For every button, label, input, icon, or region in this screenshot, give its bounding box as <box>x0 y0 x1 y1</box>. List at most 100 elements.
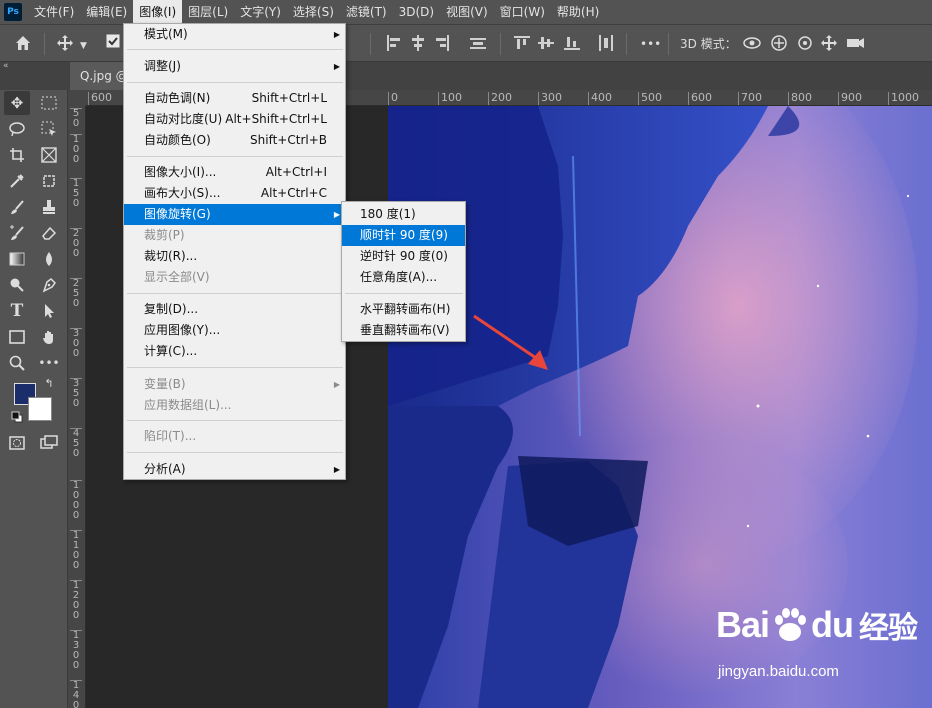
3d-mode-label: 3D 模式： <box>680 37 737 51</box>
menu-item-duplicate[interactable]: 复制(D)... <box>124 299 345 320</box>
ruler-label: 900 <box>838 92 862 105</box>
align-middle-v-icon[interactable] <box>538 35 554 51</box>
align-right-icon[interactable] <box>434 35 450 51</box>
3d-orbit-icon[interactable] <box>742 34 762 57</box>
ruler-label: 1 1 0 0 <box>70 530 82 571</box>
distribute-icon[interactable] <box>598 35 614 51</box>
menu-edit[interactable]: 编辑(E) <box>80 0 133 24</box>
menu-item-auto-tone[interactable]: 自动色调(N) Shift+Ctrl+L <box>124 88 345 109</box>
menu-item-mode[interactable]: 模式(M) ▶ <box>124 24 345 45</box>
ruler-label: 1 0 0 <box>70 134 82 165</box>
menu-layer[interactable]: 图层(L) <box>182 0 234 24</box>
quick-mask-icon[interactable] <box>4 431 30 455</box>
menu-view[interactable]: 视图(V) <box>440 0 494 24</box>
patch-tool-icon[interactable] <box>36 169 62 193</box>
background-color-swatch[interactable] <box>28 397 52 421</box>
menu-item-auto-color[interactable]: 自动颜色(O) Shift+Ctrl+B <box>124 130 345 151</box>
align-left-icon[interactable] <box>386 35 402 51</box>
rectangle-tool-icon[interactable] <box>4 325 30 349</box>
menu-item-flip-horizontal[interactable]: 水平翻转画布(H) <box>342 299 465 320</box>
ruler-corner <box>68 90 86 106</box>
menu-item-flip-vertical[interactable]: 垂直翻转画布(V) <box>342 320 465 341</box>
menu-item-crop: 裁剪(P) <box>124 225 345 246</box>
chevron-down-icon[interactable]: ▼ <box>80 37 87 55</box>
menu-item-label: 复制(D)... <box>144 302 199 316</box>
eraser-tool-icon[interactable] <box>36 221 62 245</box>
path-selection-icon[interactable] <box>36 299 62 323</box>
gradient-tool-icon[interactable] <box>4 247 30 271</box>
clone-stamp-icon[interactable] <box>36 195 62 219</box>
more-options-button[interactable]: ••• <box>640 35 661 53</box>
menu-item-analysis[interactable]: 分析(A) ▶ <box>124 459 345 480</box>
menu-item-shortcut: Alt+Shift+Ctrl+L <box>225 112 327 126</box>
ruler-label: 300 <box>538 92 562 105</box>
menu-item-shortcut: Shift+Ctrl+L <box>251 91 327 105</box>
menu-filter[interactable]: 滤镜(T) <box>340 0 393 24</box>
menu-item-adjust[interactable]: 调整(J) ▶ <box>124 56 345 77</box>
3d-slide-icon[interactable] <box>820 34 838 57</box>
dodge-tool-icon[interactable] <box>4 273 30 297</box>
document-tab[interactable]: Q.jpg @ <box>70 62 130 90</box>
menu-item-arbitrary[interactable]: 任意角度(A)... <box>342 267 465 288</box>
align-bottom-edge-icon[interactable] <box>564 35 580 51</box>
watermark-brand-2: du <box>811 604 854 645</box>
menu-select[interactable]: 选择(S) <box>287 0 340 24</box>
hand-tool-icon[interactable] <box>36 325 62 349</box>
frame-tool-icon[interactable] <box>36 143 62 167</box>
align-top-icon[interactable] <box>470 35 486 51</box>
menu-item-rotate-90-ccw[interactable]: 逆时针 90 度(0) <box>342 246 465 267</box>
ruler-label: 1 5 0 <box>70 178 82 209</box>
type-tool-icon[interactable]: T <box>4 299 30 323</box>
zoom-tool-icon[interactable] <box>4 351 30 375</box>
align-top-edge-icon[interactable] <box>514 35 530 51</box>
home-icon[interactable] <box>14 34 32 57</box>
rectangular-marquee-icon[interactable] <box>36 91 62 115</box>
collapse-panel-icon[interactable]: « <box>0 62 68 72</box>
watermark-product: 经验 <box>859 612 918 645</box>
menu-item-label: 水平翻转画布(H) <box>360 302 451 316</box>
blur-tool-icon[interactable] <box>36 247 62 271</box>
menu-item-label: 任意角度(A)... <box>360 270 438 284</box>
move-tool-icon[interactable]: ✥ <box>4 91 30 115</box>
menu-item-trim[interactable]: 裁切(R)... <box>124 246 345 267</box>
eyedropper-icon[interactable] <box>4 169 30 193</box>
ruler-label: 100 <box>438 92 462 105</box>
default-colors-icon[interactable] <box>10 410 24 424</box>
lasso-tool-icon[interactable] <box>4 117 30 141</box>
menu-window[interactable]: 窗口(W) <box>494 0 551 24</box>
menu-file[interactable]: 文件(F) <box>28 0 80 24</box>
menu-item-canvas-size[interactable]: 画布大小(S)... Alt+Ctrl+C <box>124 183 345 204</box>
menu-image[interactable]: 图像(I) <box>133 0 183 24</box>
menu-item-rotate-180[interactable]: 180 度(1) <box>342 204 465 225</box>
crop-tool-icon[interactable] <box>4 143 30 167</box>
submenu-arrow-icon: ▶ <box>333 210 340 219</box>
screen-mode-icon[interactable] <box>36 431 62 455</box>
menu-help[interactable]: 帮助(H) <box>551 0 605 24</box>
menu-item-rotate-90-cw[interactable]: 顺时针 90 度(9) <box>342 225 465 246</box>
annotation-arrow-icon <box>473 314 548 370</box>
3d-camera-icon[interactable] <box>846 34 866 57</box>
3d-roll-icon[interactable] <box>770 34 788 57</box>
history-brush-icon[interactable] <box>4 221 30 245</box>
menu-item-calculations[interactable]: 计算(C)... <box>124 341 345 362</box>
align-center-h-icon[interactable] <box>410 35 426 51</box>
menu-item-image-size[interactable]: 图像大小(I)... Alt+Ctrl+I <box>124 162 345 183</box>
watermark-url: jingyan.baidu.com <box>718 663 839 680</box>
brush-tool-icon[interactable] <box>4 195 30 219</box>
menu-3d[interactable]: 3D(D) <box>393 0 440 24</box>
more-tools-icon[interactable]: ••• <box>36 351 62 375</box>
swap-colors-icon[interactable]: ↰ <box>42 376 56 390</box>
pen-tool-icon[interactable] <box>36 273 62 297</box>
menu-item-image-rotation[interactable]: 图像旋转(G) ▶ <box>124 204 345 225</box>
menu-item-label: 自动对比度(U) <box>144 112 223 126</box>
menu-type[interactable]: 文字(Y) <box>234 0 287 24</box>
move-tool-preset-icon[interactable] <box>56 34 74 57</box>
separator <box>370 33 371 55</box>
menu-item-label: 应用数据组(L)... <box>144 398 232 412</box>
3d-pan-icon[interactable] <box>796 34 814 57</box>
menu-item-label: 垂直翻转画布(V) <box>360 323 450 337</box>
object-selection-icon[interactable] <box>36 117 62 141</box>
auto-select-checkbox[interactable] <box>106 34 120 53</box>
menu-item-auto-contrast[interactable]: 自动对比度(U) Alt+Shift+Ctrl+L <box>124 109 345 130</box>
menu-item-apply-image[interactable]: 应用图像(Y)... <box>124 320 345 341</box>
